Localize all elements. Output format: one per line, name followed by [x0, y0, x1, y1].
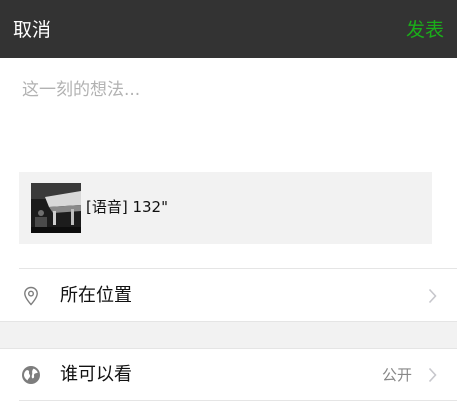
location-row[interactable]: 所在位置 — [0, 271, 457, 321]
cancel-button[interactable]: 取消 — [13, 17, 51, 43]
divider — [19, 268, 457, 269]
publish-button[interactable]: 发表 — [406, 17, 444, 43]
chevron-right-icon — [428, 288, 437, 304]
divider — [0, 348, 457, 349]
globe-icon — [22, 366, 40, 384]
voice-attachment-label: [语音] 132" — [86, 198, 169, 216]
visibility-value: 公开 — [381, 366, 412, 384]
location-label: 所在位置 — [60, 285, 132, 306]
visibility-label: 谁可以看 — [60, 364, 132, 385]
nav-bar: 取消 发表 — [0, 0, 457, 58]
location-pin-icon — [24, 286, 38, 306]
section-gap — [0, 322, 457, 348]
chevron-right-icon — [428, 367, 437, 383]
voice-thumbnail-image — [31, 183, 81, 233]
post-text-input[interactable] — [22, 78, 432, 158]
thumbnail-picture — [31, 183, 81, 233]
divider — [19, 400, 457, 401]
voice-attachment-card[interactable]: [语音] 132" — [19, 172, 432, 244]
visibility-row[interactable]: 谁可以看 公开 — [0, 350, 457, 400]
